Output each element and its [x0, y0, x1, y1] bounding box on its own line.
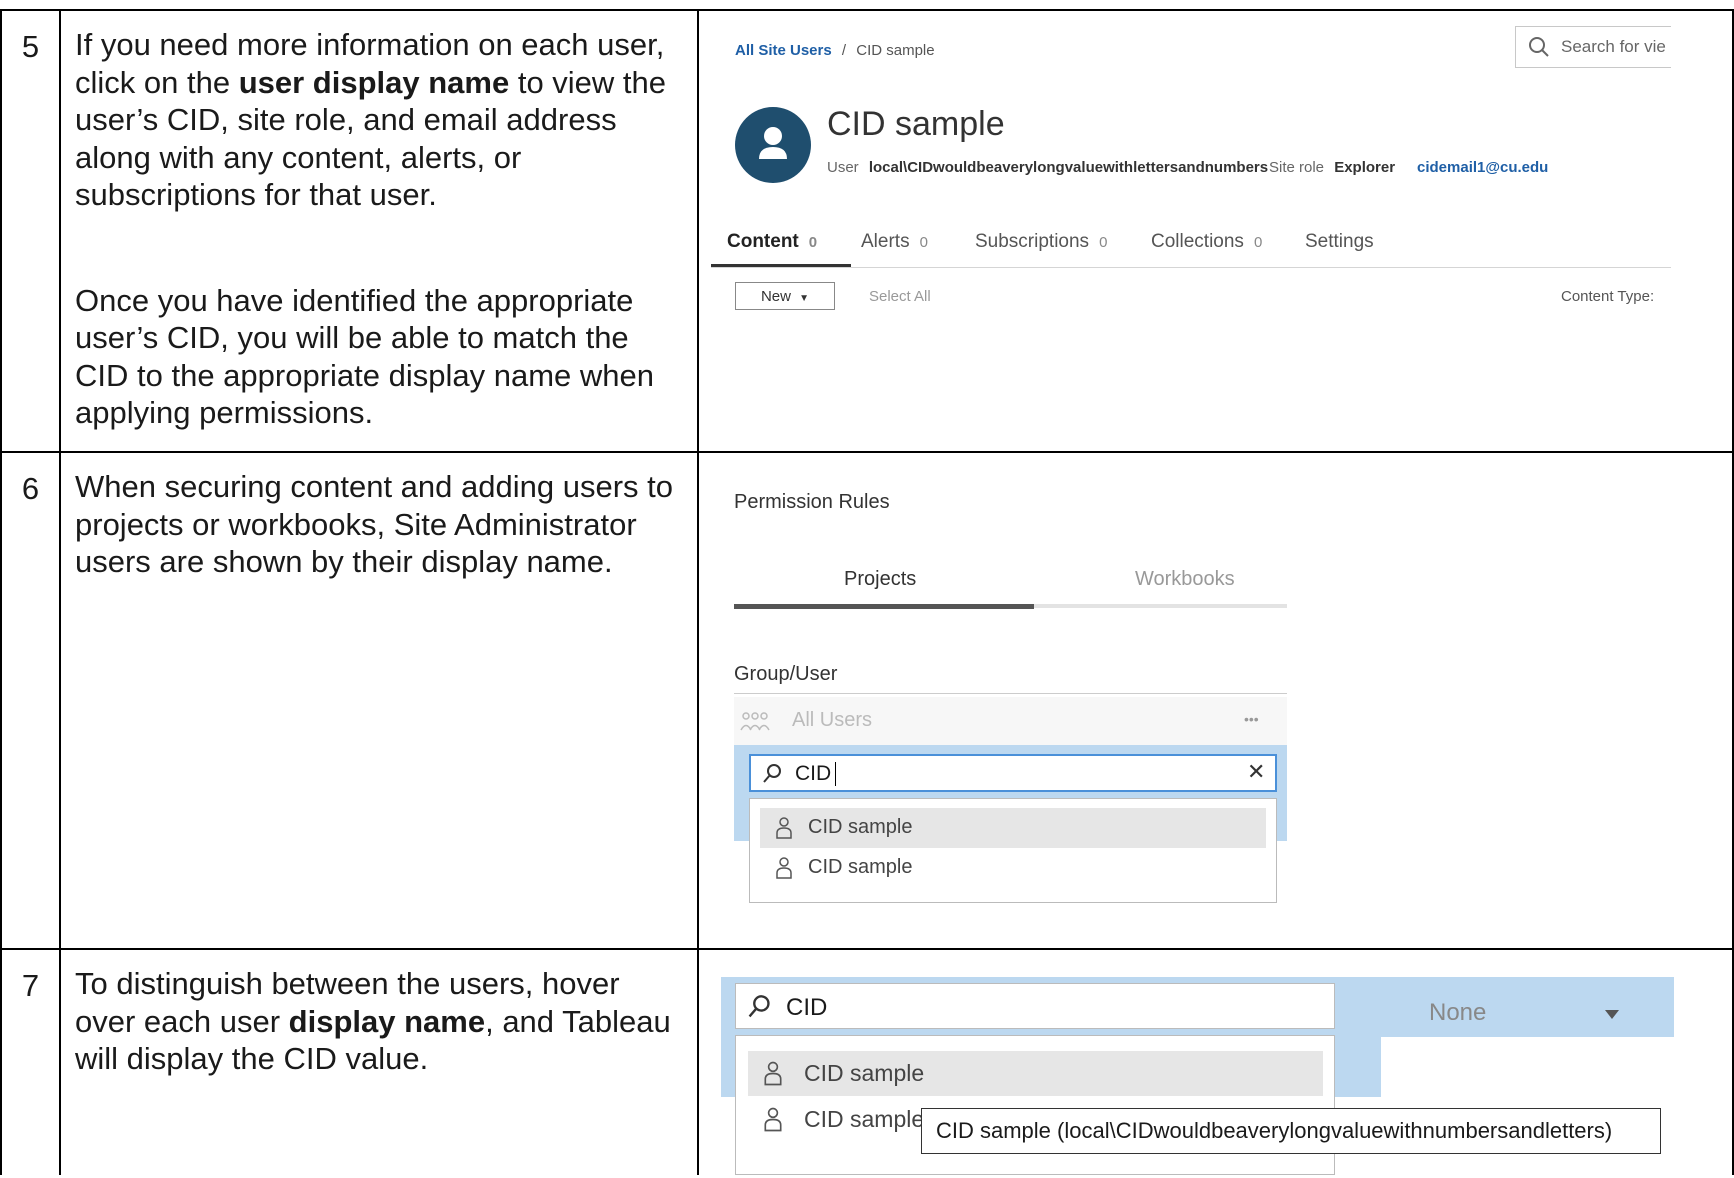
avatar	[735, 107, 811, 183]
step-number-cell: 6	[0, 451, 61, 950]
step-text-cell: When securing content and adding users t…	[59, 451, 699, 950]
step-number: 6	[21, 471, 40, 506]
user-value: local\CIDwouldbeaverylongvaluewithletter…	[868, 159, 1269, 176]
list-item[interactable]: CID sample	[760, 848, 1266, 888]
result-label: CID sample	[808, 816, 913, 838]
caret-down-icon: ▼	[799, 293, 810, 304]
tab-count: 0	[1099, 234, 1108, 251]
step-row-5: 5 If you need more information on each u…	[0, 9, 1734, 453]
step-number: 5	[21, 29, 40, 64]
tab-count: 0	[808, 234, 818, 251]
tab-settings[interactable]: Settings	[1305, 231, 1374, 253]
active-tab-indicator	[734, 604, 1034, 609]
user-icon	[764, 1061, 782, 1086]
list-item[interactable]: CID sample	[760, 808, 1266, 848]
tab-label: Subscriptions	[975, 231, 1090, 252]
content-type-label: Content Type:	[1561, 288, 1655, 305]
tab-label: Alerts	[861, 231, 910, 252]
result-label: CID sample	[804, 1106, 925, 1132]
step-number-cell: 5	[0, 9, 61, 453]
user-icon	[764, 1107, 782, 1132]
instructions-table: 5 If you need more information on each u…	[0, 9, 1734, 1175]
tab-subscriptions[interactable]: Subscriptions 0	[975, 231, 1107, 253]
step-text-cell: If you need more information on each use…	[59, 9, 699, 453]
breadcrumb-link-all-site-users[interactable]: All Site Users	[735, 42, 832, 59]
site-role-value: Explorer	[1334, 159, 1396, 176]
bold-text: user display name	[238, 64, 510, 100]
all-users-row[interactable]: All Users •••	[734, 697, 1287, 745]
step-number: 7	[21, 968, 40, 1003]
search-input[interactable]: Search for vie	[1515, 26, 1671, 68]
new-button[interactable]: New ▼	[735, 282, 835, 310]
search-results-dropdown: CID sample CID sample	[735, 1035, 1335, 1175]
screenshot-user-profile: All Site Users / CID sample Search for v…	[697, 9, 1734, 453]
select-all-link[interactable]: Select All	[869, 288, 931, 305]
step-paragraph: To distinguish between the users, hover …	[61, 950, 697, 1078]
user-cid: User local\CIDwouldbeaverylongvaluewithl…	[827, 159, 1268, 176]
search-results-dropdown: CID sample CID sample	[749, 798, 1277, 903]
step-text-cell: To distinguish between the users, hover …	[59, 948, 699, 1175]
search-value: CID	[795, 762, 832, 785]
group-icon	[740, 712, 770, 731]
search-icon	[1529, 37, 1549, 57]
user-label: User	[827, 159, 859, 176]
text-cursor	[835, 762, 836, 786]
tab-count: 0	[1253, 234, 1263, 251]
capability-select-value[interactable]: None	[1429, 999, 1486, 1027]
cid-tooltip: CID sample (local\CIDwouldbeaverylongval…	[921, 1108, 1661, 1154]
step-number-cell: 7	[0, 948, 61, 1175]
search-icon	[763, 764, 781, 783]
site-role: Site role Explorer	[1269, 159, 1395, 176]
tab-projects[interactable]: Projects	[844, 568, 916, 591]
result-label: CID sample	[808, 856, 913, 878]
user-search-input[interactable]: CID	[735, 983, 1335, 1029]
user-search-input[interactable]: CID ✕	[749, 754, 1277, 792]
new-button-label: New	[760, 288, 791, 305]
step-row-7: 7 To distinguish between the users, hove…	[0, 948, 1734, 1175]
all-users-label: All Users	[792, 709, 873, 731]
user-email-link[interactable]: cidemail1@cu.edu	[1417, 159, 1548, 176]
clear-icon[interactable]: ✕	[1247, 759, 1265, 785]
permission-rules-title: Permission Rules	[734, 491, 890, 513]
chevron-down-icon[interactable]	[1605, 1010, 1619, 1019]
profile-tabs: Content 0 Alerts 0 Subscriptions 0 Collecti…	[711, 227, 1671, 268]
user-display-name: CID sample	[827, 105, 1005, 143]
breadcrumb-separator: /	[841, 42, 847, 59]
tab-label: Settings	[1305, 231, 1374, 252]
step-paragraph: When securing content and adding users t…	[75, 469, 673, 579]
more-menu-icon[interactable]: •••	[1244, 711, 1259, 727]
tab-label: Collections	[1151, 231, 1244, 252]
tab-workbooks[interactable]: Workbooks	[1135, 568, 1235, 591]
capability-band	[1381, 977, 1674, 1037]
divider	[734, 693, 1287, 694]
site-role-label: Site role	[1269, 159, 1325, 176]
step-paragraph: Once you have identified the appropriate…	[75, 282, 654, 431]
bold-text: display name	[288, 1003, 486, 1039]
group-user-label: Group/User	[734, 663, 838, 685]
user-icon	[776, 817, 792, 839]
tab-alerts[interactable]: Alerts 0	[861, 231, 928, 253]
breadcrumb-current: CID sample	[856, 42, 935, 59]
tab-content[interactable]: Content 0	[727, 231, 817, 253]
breadcrumb: All Site Users / CID sample	[735, 42, 935, 59]
tab-label: Content	[727, 231, 799, 252]
screenshot-permission-rules: Permission Rules Projects Workbooks Grou…	[697, 451, 1734, 950]
tab-count: 0	[919, 234, 928, 251]
search-icon	[748, 995, 770, 1018]
active-tab-indicator	[711, 264, 851, 267]
step-row-6: 6 When securing content and adding users…	[0, 451, 1734, 950]
step-paragraph: If you need more information on each use…	[61, 11, 697, 214]
user-icon	[759, 127, 787, 159]
result-label: CID sample	[804, 1060, 925, 1086]
list-item[interactable]: CID sample	[748, 1051, 1323, 1096]
user-icon	[776, 857, 792, 879]
screenshot-hover-tooltip: CID None CID sample CID sample CID sampl…	[697, 948, 1734, 1175]
tab-collections[interactable]: Collections 0	[1151, 231, 1262, 253]
search-placeholder: Search for vie	[1561, 37, 1666, 56]
search-value: CID	[786, 994, 828, 1021]
